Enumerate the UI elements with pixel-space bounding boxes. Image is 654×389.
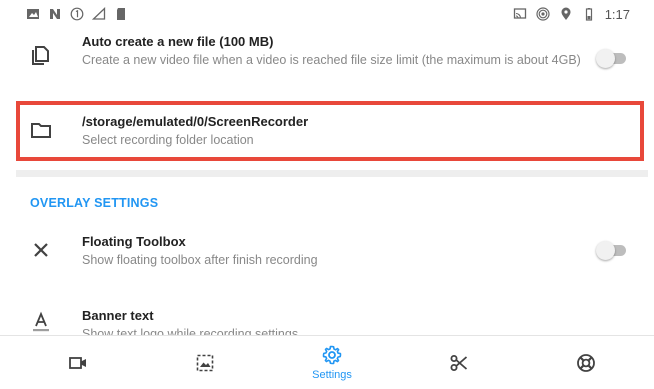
hotspot-icon — [536, 7, 550, 21]
bottom-navigation: Settings — [0, 335, 654, 389]
auto-create-text: Auto create a new file (100 MB) Create a… — [82, 34, 584, 68]
floating-toolbox-title: Floating Toolbox — [82, 234, 186, 249]
nav-settings[interactable]: Settings — [292, 336, 372, 389]
nav-video[interactable] — [38, 336, 118, 389]
overlay-settings-header: OVERLAY SETTINGS — [30, 196, 159, 210]
floating-toolbox-subtitle: Show floating toolbox after finish recor… — [82, 253, 318, 267]
floating-toolbox-toggle[interactable] — [596, 240, 628, 260]
status-notifications — [26, 7, 128, 21]
cast-icon — [513, 7, 527, 21]
nav-gallery[interactable] — [165, 336, 245, 389]
triangle-notification-icon — [92, 7, 106, 21]
banner-text-subtitle: Show text logo while recording settings — [82, 327, 299, 335]
setting-auto-create-file[interactable]: Auto create a new file (100 MB) Create a… — [0, 30, 654, 96]
video-camera-icon — [69, 357, 86, 369]
one-badge-icon — [70, 7, 84, 21]
text-format-icon — [30, 311, 52, 333]
settings-gear-icon — [322, 345, 342, 365]
floating-toolbox-text: Floating Toolbox Show floating toolbox a… — [82, 234, 584, 268]
auto-create-toggle[interactable] — [596, 48, 628, 68]
close-x-icon — [30, 239, 52, 261]
help-lifebuoy-icon — [577, 354, 595, 372]
image-notification-icon — [26, 7, 40, 21]
battery-icon — [582, 7, 596, 21]
section-divider — [16, 170, 648, 177]
nav-settings-label: Settings — [312, 369, 352, 381]
status-system: 1:17 — [513, 7, 630, 22]
scissors-icon — [450, 355, 468, 371]
location-icon — [559, 7, 573, 21]
n-notification-icon — [48, 7, 62, 21]
status-bar: 1:17 — [0, 0, 654, 28]
image-gallery-icon — [196, 354, 214, 372]
nav-help[interactable] — [546, 336, 626, 389]
status-time: 1:17 — [604, 6, 630, 22]
auto-create-subtitle: Create a new video file when a video is … — [82, 53, 581, 67]
nav-trim[interactable] — [419, 336, 499, 389]
banner-text-title: Banner text — [82, 308, 154, 323]
toggle-knob — [596, 49, 615, 68]
highlight-annotation-box — [16, 101, 644, 161]
banner-text-text: Banner text Show text logo while recordi… — [82, 308, 584, 335]
toggle-knob — [596, 241, 615, 260]
copy-files-icon — [30, 44, 52, 66]
auto-create-title: Auto create a new file (100 MB) — [82, 34, 274, 49]
sd-card-icon — [114, 7, 128, 21]
setting-floating-toolbox[interactable]: Floating Toolbox Show floating toolbox a… — [0, 226, 654, 282]
setting-banner-text[interactable]: Banner text Show text logo while recordi… — [0, 300, 654, 335]
